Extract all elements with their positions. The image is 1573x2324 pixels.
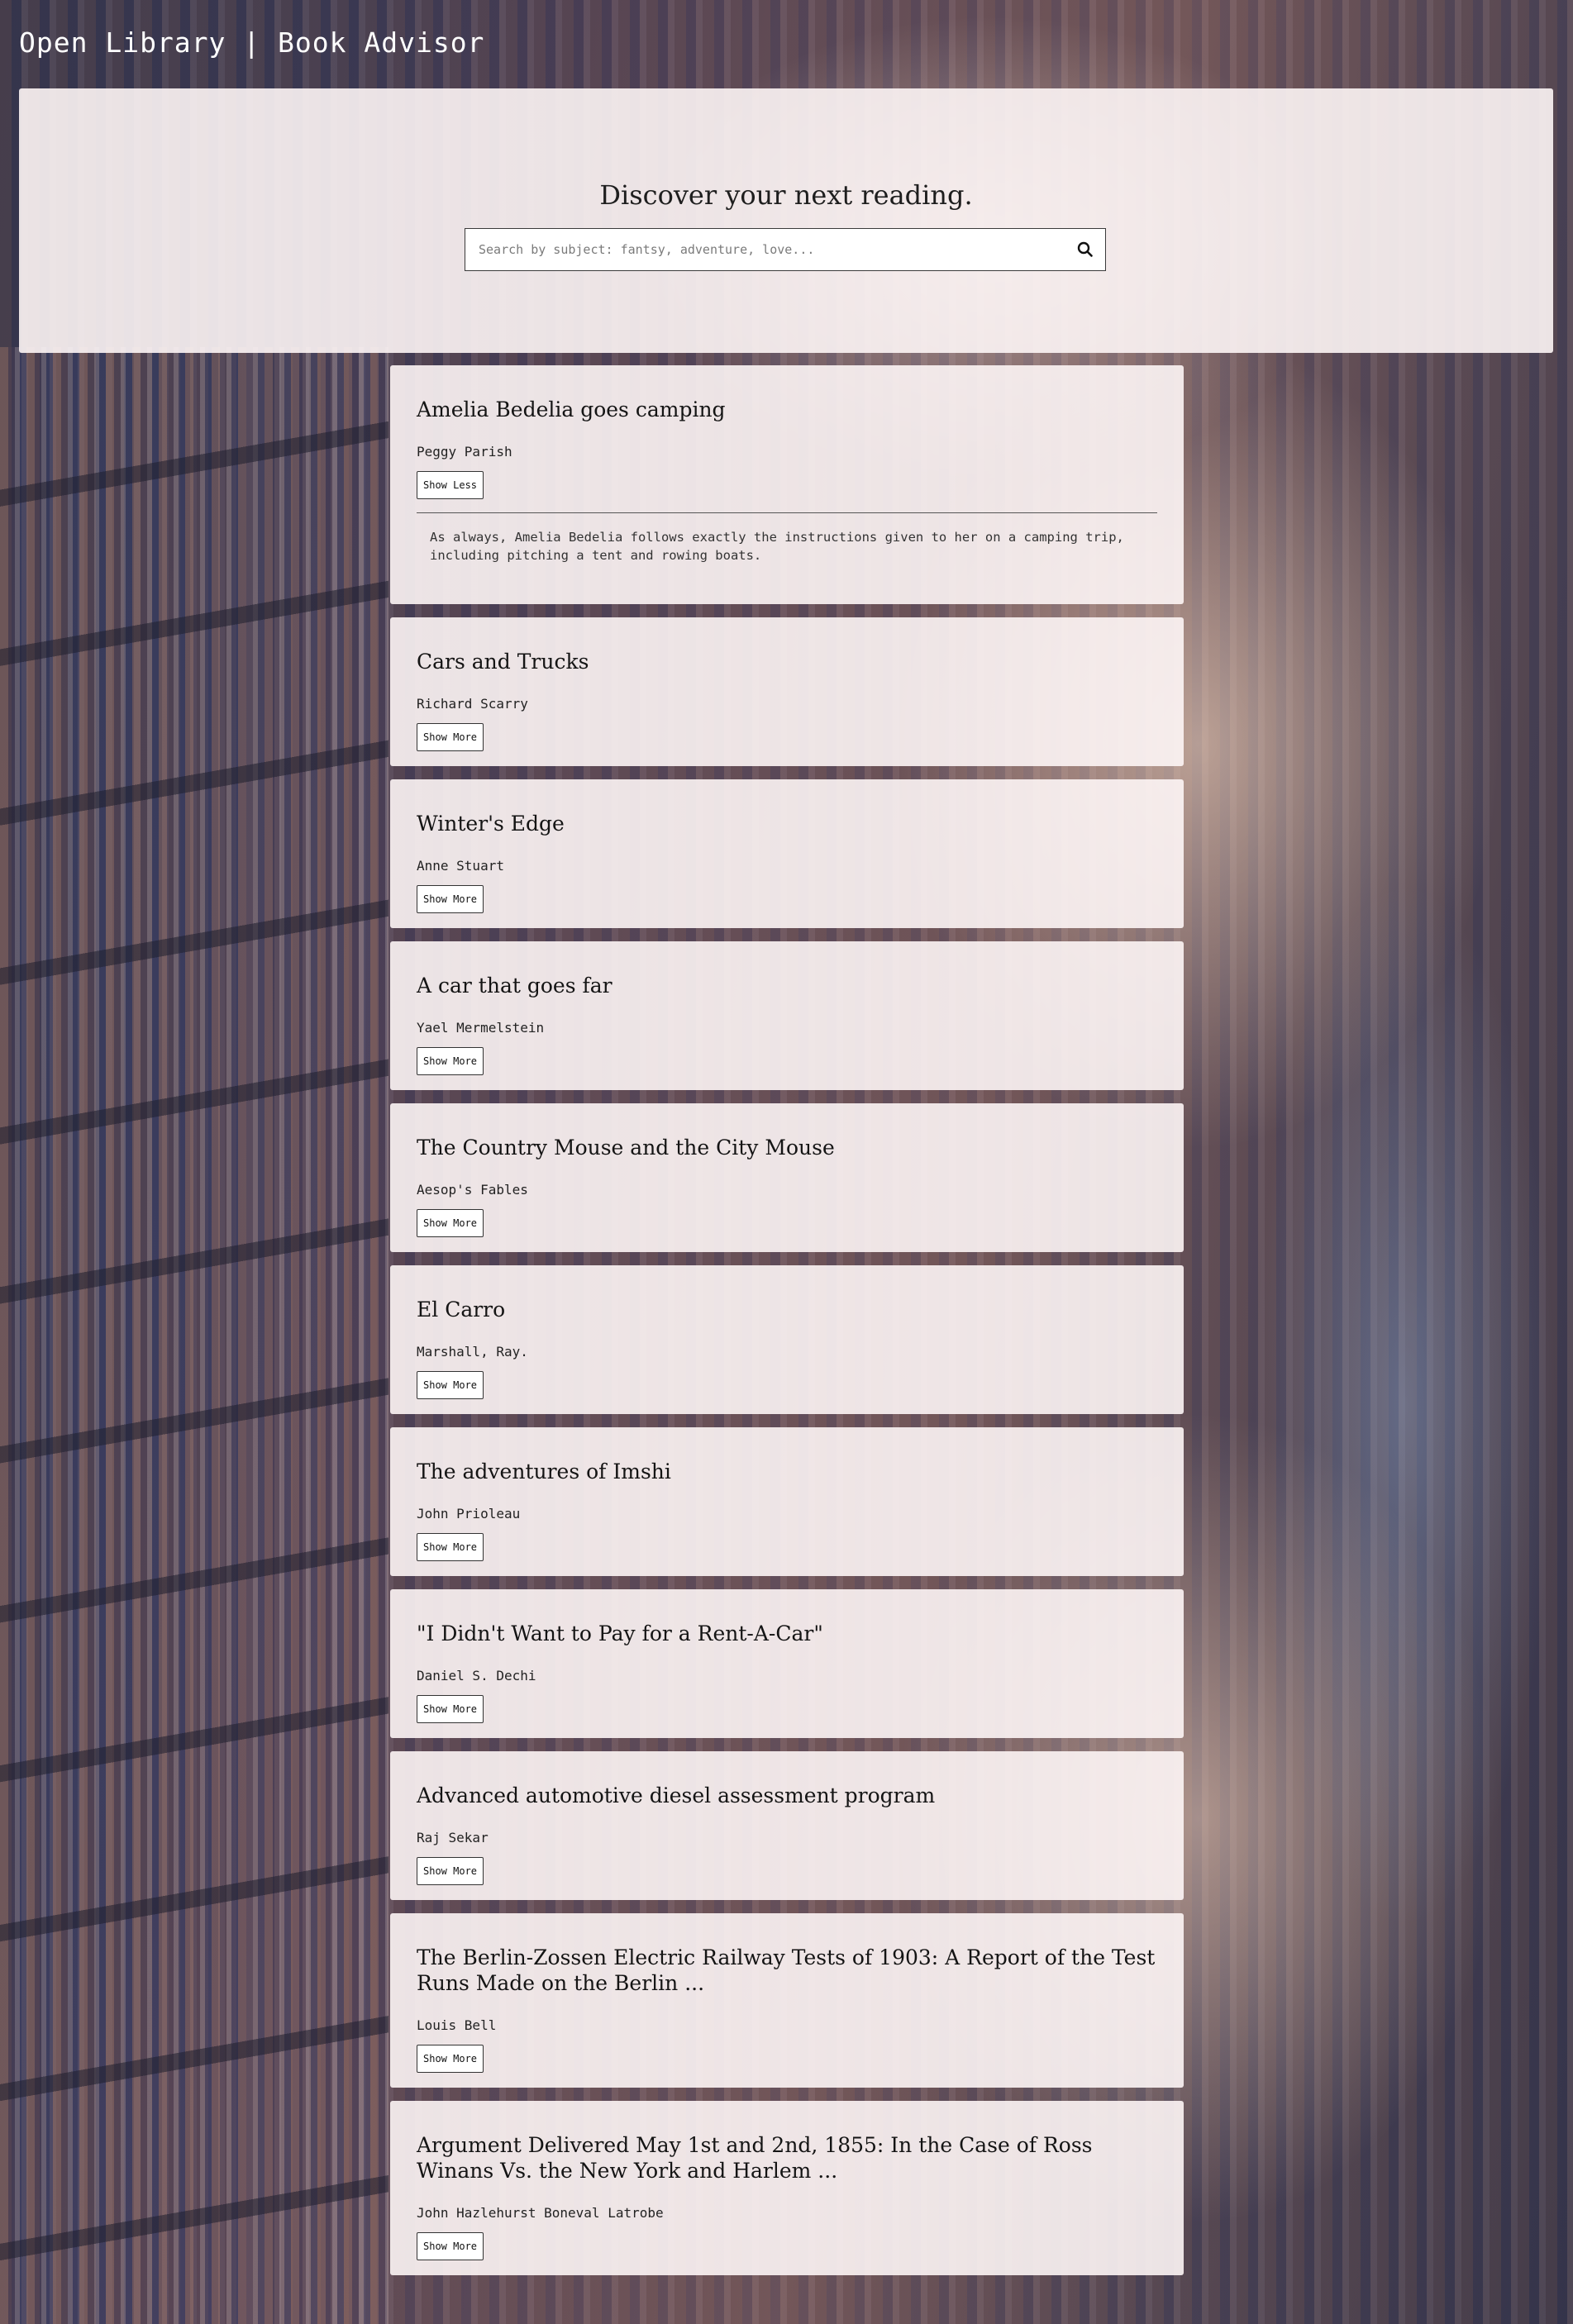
book-title: Advanced automotive diesel assessment pr… — [417, 1783, 936, 1807]
book-author: John Prioleau — [417, 1506, 521, 1522]
book-card: The Berlin-Zossen Electric Railway Tests… — [390, 1913, 1184, 2088]
show-more-button[interactable]: Show More — [417, 2045, 484, 2073]
show-more-button[interactable]: Show More — [417, 1371, 484, 1399]
book-author: Louis Bell — [417, 2017, 497, 2033]
book-title: The adventures of Imshi — [417, 1460, 671, 1483]
book-title: El Carro — [417, 1298, 506, 1322]
search-icon[interactable] — [1075, 240, 1095, 260]
book-title: "I Didn't Want to Pay for a Rent-A-Car" — [417, 1622, 823, 1645]
show-more-button[interactable]: Show More — [417, 1695, 484, 1723]
background-bookshelves — [0, 347, 388, 2324]
book-card: Amelia Bedelia goes camping Peggy Parish S… — [390, 365, 1184, 604]
search-input[interactable] — [465, 229, 1044, 270]
book-author: Daniel S. Dechi — [417, 1668, 536, 1683]
book-title: Argument Delivered May 1st and 2nd, 1855… — [417, 2133, 1093, 2183]
show-more-button[interactable]: Show More — [417, 1209, 484, 1237]
book-description: As always, Amelia Bedelia follows exactl… — [430, 530, 1124, 563]
book-title: The Country Mouse and the City Mouse — [417, 1136, 835, 1160]
book-author: John Hazlehurst Boneval Latrobe — [417, 2205, 664, 2221]
hero-heading: Discover your next reading. — [599, 179, 973, 211]
book-card: The adventures of Imshi John Prioleau Show… — [390, 1427, 1184, 1576]
book-card: The Country Mouse and the City Mouse Aeso… — [390, 1103, 1184, 1252]
book-author: Raj Sekar — [417, 1830, 489, 1845]
app-title: Open Library | Book Advisor — [19, 26, 485, 59]
show-more-button[interactable]: Show More — [417, 1047, 484, 1075]
book-author: Anne Stuart — [417, 858, 504, 874]
book-card: Winter's Edge Anne Stuart Show More — [390, 779, 1184, 928]
book-card: Advanced automotive diesel assessment pr… — [390, 1751, 1184, 1900]
book-author: Marshall, Ray. — [417, 1344, 528, 1360]
book-author: Aesop's Fables — [417, 1182, 528, 1198]
show-more-button[interactable]: Show More — [417, 1857, 484, 1885]
book-author: Richard Scarry — [417, 696, 528, 712]
book-title: Cars and Trucks — [417, 650, 589, 674]
show-more-button[interactable]: Show More — [417, 723, 484, 751]
book-card: "I Didn't Want to Pay for a Rent-A-Car" D… — [390, 1589, 1184, 1738]
show-less-button[interactable]: Show Less — [417, 471, 484, 499]
show-more-button[interactable]: Show More — [417, 2232, 484, 2260]
book-author: Yael Mermelstein — [417, 1020, 545, 1036]
show-more-button[interactable]: Show More — [417, 1533, 484, 1561]
book-title: Winter's Edge — [417, 812, 565, 836]
book-card: Cars and Trucks Richard Scarry Show More — [390, 617, 1184, 766]
book-title: A car that goes far — [417, 974, 613, 998]
show-more-button[interactable]: Show More — [417, 885, 484, 913]
search-box — [465, 228, 1106, 271]
book-card: El Carro Marshall, Ray. Show More — [390, 1265, 1184, 1414]
description-divider — [417, 512, 1157, 513]
search-panel: Discover your next reading. — [19, 88, 1553, 353]
book-card: A car that goes far Yael Mermelstein Show … — [390, 941, 1184, 1090]
book-card: Argument Delivered May 1st and 2nd, 1855… — [390, 2101, 1184, 2275]
book-title: Amelia Bedelia goes camping — [417, 398, 726, 421]
book-author: Peggy Parish — [417, 444, 512, 460]
book-title: The Berlin-Zossen Electric Railway Tests… — [417, 1945, 1156, 1995]
book-results-list: Amelia Bedelia goes camping Peggy Parish S… — [390, 365, 1184, 2288]
